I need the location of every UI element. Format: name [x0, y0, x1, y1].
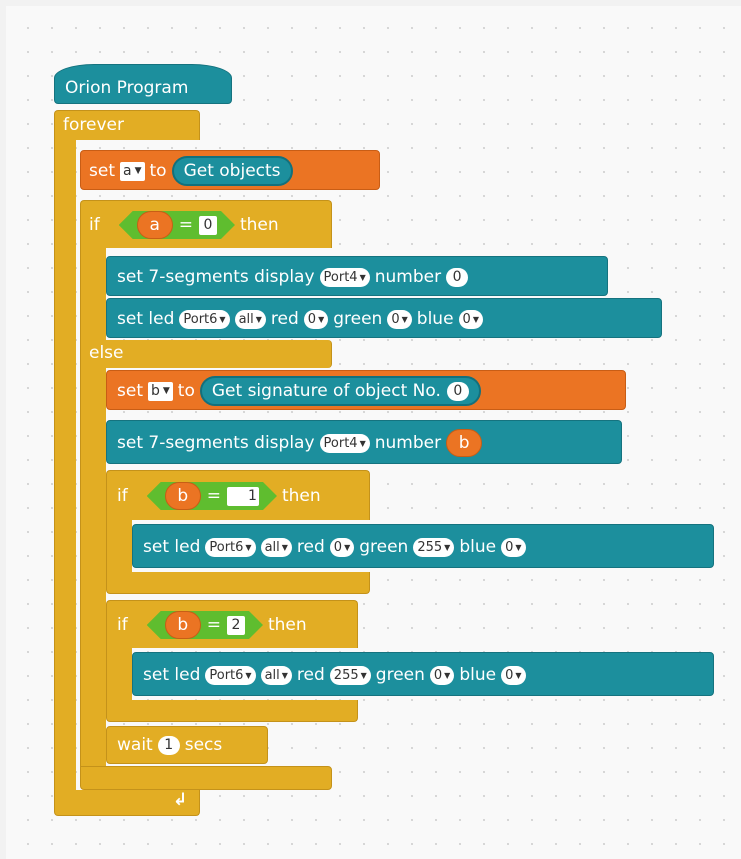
dropdown-arrow-icon: ▼ [162, 386, 170, 396]
equals-condition[interactable]: b = 1 [147, 482, 277, 510]
blue-value-dropdown[interactable]: 0 ▼ [501, 665, 526, 685]
dropdown-arrow-icon: ▼ [401, 314, 408, 324]
compare-value-input[interactable]: 1 [227, 487, 259, 506]
forever-block[interactable]: forever [54, 110, 200, 140]
object-number-input[interactable]: 0 [446, 381, 469, 401]
port-dropdown[interactable]: Port4 ▼ [319, 433, 370, 453]
green-value-dropdown[interactable]: 0 ▼ [387, 309, 412, 329]
dropdown-arrow-icon: ▼ [444, 670, 451, 680]
dropdown-arrow-icon: ▼ [281, 670, 288, 680]
dropdown-arrow-icon: ▼ [515, 670, 522, 680]
if-a-arm [80, 248, 106, 344]
dropdown-arrow-icon: ▼ [255, 314, 262, 324]
wait-block[interactable]: wait 1 secs [106, 726, 268, 764]
variable-b-reporter[interactable]: b [165, 482, 201, 510]
number-input[interactable]: 0 [446, 267, 469, 287]
set-led-block-1[interactable]: set led Port6 ▼ all ▼ red 0 ▼ green 0 ▼ blue… [106, 298, 662, 338]
set-variable-a-block[interactable]: set a ▼ to Get objects [80, 150, 380, 190]
else-bar: else [80, 340, 332, 368]
wait-seconds-input[interactable]: 1 [157, 735, 180, 755]
led-port-dropdown[interactable]: Port6 ▼ [205, 537, 256, 557]
variable-b-reporter[interactable]: b [165, 611, 201, 639]
compare-value-input[interactable]: 2 [227, 616, 245, 635]
dropdown-arrow-icon: ▼ [344, 542, 351, 552]
dropdown-arrow-icon: ▼ [134, 166, 142, 176]
seven-segment-display-block-1[interactable]: set 7-segments display Port4 ▼ number 0 [106, 256, 608, 296]
if-b1-footer [106, 572, 370, 594]
equals-condition[interactable]: a = 0 [119, 211, 235, 239]
orion-program-hat-block[interactable]: Orion Program [54, 64, 232, 104]
get-signature-reporter[interactable]: Get signature of object No. 0 [199, 376, 481, 406]
if-else-footer [80, 766, 332, 790]
variable-b-reporter[interactable]: b [446, 429, 483, 457]
get-objects-reporter[interactable]: Get objects [171, 156, 293, 186]
if-b2-footer [106, 700, 358, 722]
red-value-dropdown[interactable]: 0 ▼ [303, 309, 329, 329]
dropdown-arrow-icon: ▼ [359, 272, 366, 282]
loop-arrow-icon: ↲ [173, 790, 188, 810]
dropdown-arrow-icon: ▼ [245, 542, 252, 552]
dropdown-arrow-icon: ▼ [360, 670, 367, 680]
variable-a-dropdown[interactable]: a ▼ [119, 161, 145, 181]
script-canvas[interactable]: Orion Program forever ↲ set a ▼ to Get ob… [6, 6, 741, 859]
led-which-dropdown[interactable]: all ▼ [260, 537, 292, 557]
port-dropdown[interactable]: Port4 ▼ [319, 267, 370, 287]
variable-b-dropdown[interactable]: b ▼ [147, 381, 173, 401]
else-keyword: else [89, 343, 124, 363]
forever-arm [54, 140, 76, 798]
set-variable-b-block[interactable]: set b ▼ to Get signature of object No. 0 [106, 370, 626, 410]
equals-operator: = [178, 215, 193, 235]
dropdown-arrow-icon: ▼ [281, 542, 288, 552]
if-b-equals-1-block[interactable]: if b = 1 then [106, 470, 370, 520]
if-b2-arm [106, 648, 132, 700]
if-b1-arm [106, 520, 132, 572]
if-a-equals-0-block[interactable]: if a = 0 then [80, 200, 332, 248]
else-arm [80, 368, 106, 780]
green-value-dropdown[interactable]: 0 ▼ [429, 665, 455, 685]
led-which-dropdown[interactable]: all ▼ [260, 665, 292, 685]
set-led-block-2[interactable]: set led Port6 ▼ all ▼ red 0 ▼ green 255 ▼ bl… [132, 524, 714, 568]
red-value-dropdown[interactable]: 255 ▼ [329, 665, 371, 685]
equals-condition[interactable]: b = 2 [147, 611, 263, 639]
dropdown-arrow-icon: ▼ [245, 670, 252, 680]
dropdown-arrow-icon: ▼ [318, 314, 325, 324]
set-led-block-3[interactable]: set led Port6 ▼ all ▼ red 255 ▼ green 0 ▼ bl… [132, 652, 714, 696]
red-value-dropdown[interactable]: 0 ▼ [329, 537, 355, 557]
dropdown-arrow-icon: ▼ [219, 314, 226, 324]
seven-segment-display-block-2[interactable]: set 7-segments display Port4 ▼ number b [106, 420, 622, 464]
led-port-dropdown[interactable]: Port6 ▼ [205, 665, 256, 685]
then-keyword: then [239, 215, 279, 235]
dropdown-arrow-icon: ▼ [359, 438, 366, 448]
led-port-dropdown[interactable]: Port6 ▼ [179, 309, 230, 329]
set-keyword: set [89, 161, 115, 181]
variable-a-reporter[interactable]: a [137, 211, 173, 239]
compare-value-input[interactable]: 0 [199, 216, 217, 235]
to-keyword: to [149, 161, 167, 181]
dropdown-arrow-icon: ▼ [515, 542, 522, 552]
if-b-equals-2-block[interactable]: if b = 2 then [106, 600, 358, 648]
blue-value-dropdown[interactable]: 0 ▼ [458, 309, 483, 329]
blue-value-dropdown[interactable]: 0 ▼ [501, 537, 526, 557]
if-keyword: if [89, 215, 100, 235]
hat-label: Orion Program [65, 78, 189, 98]
dropdown-arrow-icon: ▼ [472, 314, 479, 324]
forever-label: forever [63, 115, 124, 135]
forever-footer[interactable]: ↲ [54, 790, 200, 816]
dropdown-arrow-icon: ▼ [444, 542, 451, 552]
green-value-dropdown[interactable]: 255 ▼ [413, 537, 455, 557]
led-which-dropdown[interactable]: all ▼ [234, 309, 266, 329]
